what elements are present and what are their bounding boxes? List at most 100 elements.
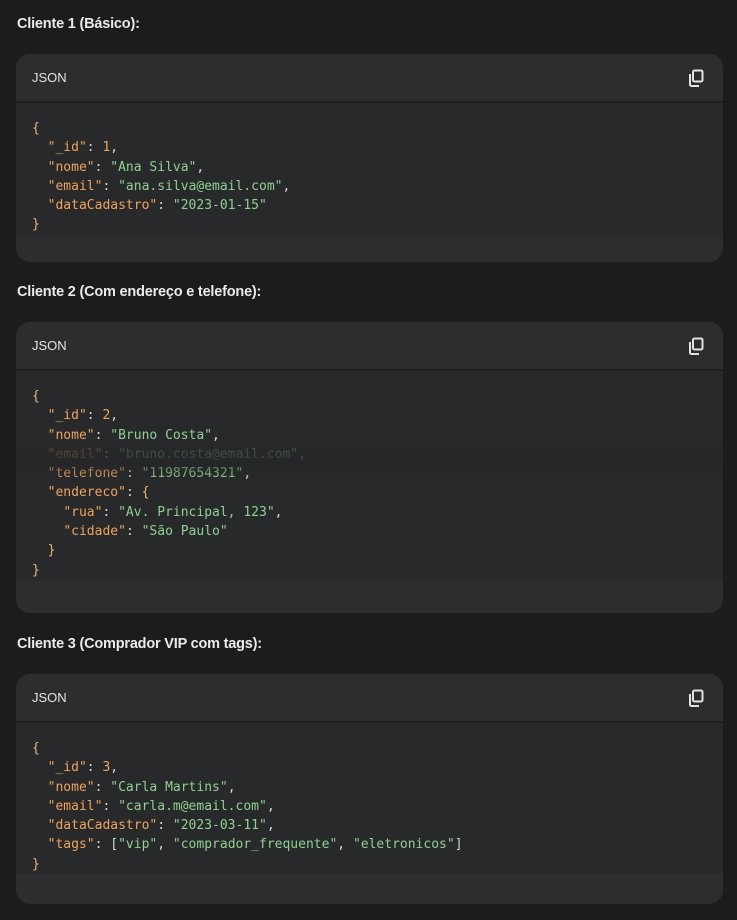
code-content: { "_id": 2, "nome": "Bruno Costa", "emai… xyxy=(16,371,723,580)
code-line: } xyxy=(32,541,707,560)
code-language-label: JSON xyxy=(32,690,67,705)
code-token: "_id" xyxy=(47,408,87,424)
code-token: : xyxy=(102,178,119,194)
code-token: "endereco" xyxy=(47,485,126,501)
code-token: ] xyxy=(454,837,463,853)
code-line: "dataCadastro": "2023-03-11", xyxy=(32,816,707,835)
code-block-cliente-1: JSON { "_id": 1, "nome": "Ana Silva", "e… xyxy=(16,54,723,262)
code-line: "email": "carla.m@email.com", xyxy=(32,797,707,816)
code-token: , xyxy=(196,159,205,175)
code-block-header: JSON xyxy=(16,674,723,723)
code-token: [ xyxy=(110,837,119,853)
copy-icon[interactable] xyxy=(688,689,705,707)
code-token: "_id" xyxy=(47,140,87,156)
code-line: "tags": ["vip", "comprador_frequente", "… xyxy=(32,835,707,854)
code-token: "email" xyxy=(47,446,103,462)
code-token: , xyxy=(266,798,275,814)
code-block-cliente-2: JSON { "_id": 2, "nome": "Bruno Costa", … xyxy=(16,322,723,613)
code-line: "cidade": "São Paulo" xyxy=(32,522,707,541)
code-token: } xyxy=(32,562,40,578)
code-token: "email" xyxy=(47,798,103,814)
code-token: , xyxy=(157,837,173,853)
code-line: "dataCadastro": "2023-01-15" xyxy=(32,196,707,215)
code-token: "rua" xyxy=(63,504,103,520)
code-token: : xyxy=(157,198,173,214)
code-token: , xyxy=(274,504,283,520)
code-token: , xyxy=(110,140,119,156)
code-token: } xyxy=(47,543,56,559)
code-token: "nome" xyxy=(47,159,95,175)
code-token: "nome" xyxy=(47,427,95,443)
code-token: , xyxy=(243,466,252,482)
code-token: "dataCadastro" xyxy=(47,818,158,834)
code-token: : xyxy=(125,466,142,482)
code-token: { xyxy=(32,741,40,756)
code-token: , xyxy=(227,779,236,795)
code-line: } xyxy=(32,855,707,874)
code-token: { xyxy=(141,485,150,501)
code-token: : xyxy=(94,427,111,443)
code-token: "comprador_frequente" xyxy=(172,837,338,853)
code-line: "_id": 2, xyxy=(32,406,707,425)
code-token: "bruno.costa@email.com" xyxy=(118,446,299,462)
code-token: , xyxy=(110,760,119,776)
code-line: "email": "ana.silva@email.com", xyxy=(32,177,707,196)
code-token: : xyxy=(157,818,173,834)
code-token: , xyxy=(282,178,291,194)
code-token: : xyxy=(94,159,111,175)
code-token: "telefone" xyxy=(47,466,126,482)
code-token: "Bruno Costa" xyxy=(110,427,213,443)
code-line: } xyxy=(32,561,707,580)
code-token: : xyxy=(102,446,119,462)
copy-icon[interactable] xyxy=(688,337,705,355)
code-line: "rua": "Av. Principal, 123", xyxy=(32,503,707,522)
code-token: : xyxy=(125,485,142,501)
code-line: { xyxy=(32,119,707,138)
code-language-label: JSON xyxy=(32,70,67,85)
code-line: { xyxy=(32,387,707,406)
code-token: : xyxy=(94,779,111,795)
code-language-label: JSON xyxy=(32,338,67,353)
code-token: { xyxy=(32,389,40,404)
code-token: "email" xyxy=(47,178,103,194)
code-line: { xyxy=(32,739,707,758)
copy-icon[interactable] xyxy=(688,69,705,87)
code-block-header: JSON xyxy=(16,322,723,371)
code-token: : xyxy=(102,798,119,814)
code-token: : xyxy=(86,140,103,156)
code-token: "ana.silva@email.com" xyxy=(118,178,283,194)
code-token: } xyxy=(32,217,40,233)
code-token: "eletronicos" xyxy=(352,837,455,853)
code-token: , xyxy=(266,818,275,834)
section-title-cliente-2: Cliente 2 (Com endereço e telefone): xyxy=(17,284,262,300)
code-line: "nome": "Carla Martins", xyxy=(32,778,707,797)
section-title-cliente-3: Cliente 3 (Comprador VIP com tags): xyxy=(17,636,262,652)
code-token: "11987654321" xyxy=(141,466,244,482)
code-line: "_id": 1, xyxy=(32,138,707,157)
code-token: : xyxy=(102,504,119,520)
code-line: } xyxy=(32,215,707,234)
code-content: { "_id": 3, "nome": "Carla Martins", "em… xyxy=(16,723,723,875)
code-line: "nome": "Ana Silva", xyxy=(32,158,707,177)
code-token: , xyxy=(337,837,353,853)
code-token: : xyxy=(86,760,103,776)
code-line: "nome": "Bruno Costa", xyxy=(32,426,707,445)
code-content: { "_id": 1, "nome": "Ana Silva", "email"… xyxy=(16,103,723,235)
code-token: "2023-01-15" xyxy=(172,198,267,214)
code-token: } xyxy=(32,856,40,872)
